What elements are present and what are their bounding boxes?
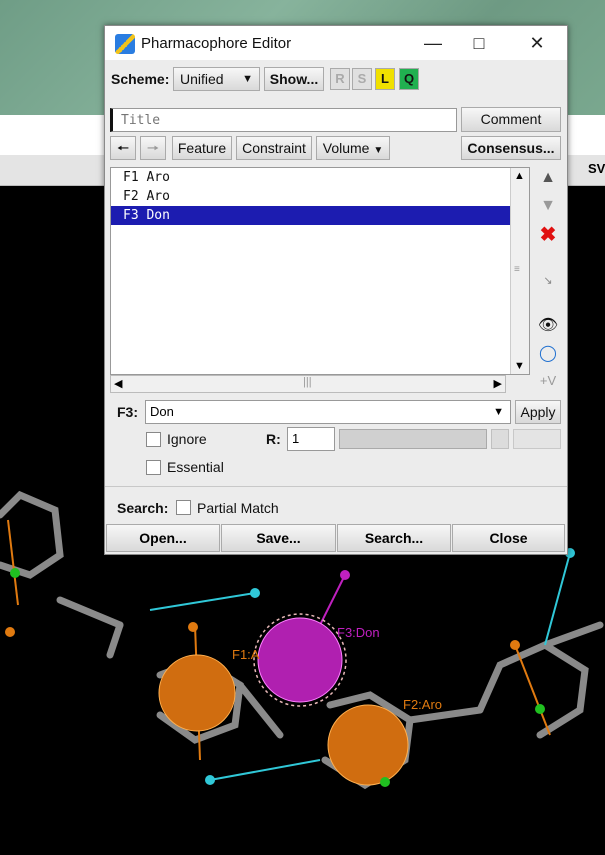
radius-slider[interactable] <box>339 429 487 449</box>
distance-icon[interactable]: ↘ <box>535 269 561 293</box>
acceptor-vector <box>209 759 321 781</box>
f1-scene-label: F1:A <box>232 647 260 662</box>
aromatic-axis <box>514 644 551 736</box>
chevron-down-icon: ▼ <box>242 73 253 85</box>
search-label: Search: <box>117 500 169 516</box>
acceptor-vector <box>149 592 256 611</box>
chevron-down-icon: ▼ <box>373 145 384 156</box>
show-button[interactable]: Show... <box>264 67 324 91</box>
feature-type-select[interactable]: Don ▼ <box>145 400 511 424</box>
aromatic-point <box>188 622 198 632</box>
search-button[interactable]: Search... <box>337 524 451 552</box>
toolbar-fragment-label: SV <box>588 161 605 176</box>
q-button[interactable]: Q <box>399 68 419 90</box>
close-button[interactable]: Close <box>452 524 565 552</box>
feature-id-label: F3: <box>117 404 138 420</box>
comment-button[interactable]: Comment <box>461 107 561 132</box>
scroll-grip-icon[interactable]: ≡ <box>514 264 520 275</box>
acceptor-point <box>250 588 260 598</box>
centroid-point <box>10 568 20 578</box>
scroll-grip-icon[interactable]: ||| <box>303 376 312 388</box>
scroll-left-icon[interactable]: ◀ <box>114 377 122 390</box>
s-button[interactable]: S <box>352 68 372 90</box>
f2-aromatic-sphere[interactable] <box>327 704 409 786</box>
vertical-scrollbar[interactable]: ▲ ≡ ▼ <box>510 168 529 374</box>
open-button[interactable]: Open... <box>106 524 220 552</box>
scroll-up-icon[interactable]: ▲ <box>514 170 525 182</box>
maximize-icon[interactable]: □ <box>459 30 499 56</box>
color-swatch[interactable] <box>513 429 561 449</box>
bond <box>541 621 604 649</box>
feature-button[interactable]: Feature <box>172 136 232 160</box>
radius-input[interactable]: 1 <box>287 427 335 451</box>
aromatic-axis <box>7 519 19 606</box>
r-button[interactable]: R <box>330 68 350 90</box>
ignore-checkbox[interactable] <box>146 432 161 447</box>
scheme-select[interactable]: Unified ▼ <box>173 67 260 91</box>
centroid-point <box>535 704 545 714</box>
horizontal-scrollbar[interactable]: ◀ ||| ▶ <box>110 375 506 393</box>
scroll-down-icon[interactable]: ▼ <box>514 360 525 372</box>
app-icon <box>115 34 135 54</box>
back-arrow-icon[interactable]: 🠔 <box>110 136 136 160</box>
f3-donor-sphere[interactable] <box>257 617 343 703</box>
ignore-label: Ignore <box>167 431 207 447</box>
list-item[interactable]: F3 Don <box>111 206 511 225</box>
essential-label: Essential <box>167 459 224 475</box>
consensus-button[interactable]: Consensus... <box>461 136 561 160</box>
move-up-icon[interactable]: ▲ <box>535 166 561 190</box>
list-item[interactable]: F1 Aro <box>111 168 529 187</box>
donor-point <box>340 570 350 580</box>
volume-label: Volume <box>322 140 370 156</box>
chevron-down-icon: ▼ <box>493 406 504 418</box>
acceptor-vector <box>544 552 571 646</box>
minimize-icon[interactable]: — <box>413 30 453 56</box>
add-volume-icon[interactable]: +V <box>535 369 561 393</box>
aromatic-point <box>510 640 520 650</box>
link-icon[interactable]: ◯ <box>535 342 561 366</box>
pharmacophore-editor-window: Pharmacophore Editor — □ ✕ Scheme: Unifi… <box>104 25 568 555</box>
title-input[interactable] <box>110 108 457 132</box>
divider <box>105 486 567 487</box>
f1-aromatic-sphere[interactable] <box>158 654 236 732</box>
aromatic-point <box>5 627 15 637</box>
feature-list[interactable]: F1 Aro F2 Aro F3 Don ▲ ≡ ▼ <box>110 167 530 375</box>
radius-slider-handle[interactable] <box>491 429 509 449</box>
list-item[interactable]: F2 Aro <box>111 187 529 206</box>
scheme-label: Scheme: <box>111 71 170 87</box>
f2-scene-label: F2:Aro <box>403 697 442 712</box>
save-button[interactable]: Save... <box>221 524 336 552</box>
essential-checkbox[interactable] <box>146 460 161 475</box>
centroid-point <box>380 777 390 787</box>
close-icon[interactable]: ✕ <box>517 30 557 56</box>
hide-icon[interactable]: 👁 <box>535 314 561 338</box>
f3-scene-label: F3:Don <box>337 625 380 640</box>
move-down-icon[interactable]: ▼ <box>535 194 561 218</box>
window-title: Pharmacophore Editor <box>141 35 292 52</box>
apply-button[interactable]: Apply <box>515 400 561 424</box>
constraint-button[interactable]: Constraint <box>236 136 312 160</box>
bond <box>106 621 124 659</box>
delete-icon[interactable]: ✖ <box>535 223 561 247</box>
volume-button[interactable]: Volume ▼ <box>316 136 390 160</box>
l-button[interactable]: L <box>375 68 395 90</box>
partial-match-label: Partial Match <box>197 500 279 516</box>
scheme-value: Unified <box>180 71 224 87</box>
feature-type-value: Don <box>150 404 174 419</box>
title-bar[interactable]: Pharmacophore Editor — □ ✕ <box>105 26 567 60</box>
radius-label: R: <box>266 431 281 447</box>
scroll-right-icon[interactable]: ▶ <box>494 377 502 390</box>
acceptor-point <box>205 775 215 785</box>
forward-arrow-icon[interactable]: 🠖 <box>140 136 166 160</box>
bond <box>56 596 124 629</box>
partial-match-checkbox[interactable] <box>176 500 191 515</box>
